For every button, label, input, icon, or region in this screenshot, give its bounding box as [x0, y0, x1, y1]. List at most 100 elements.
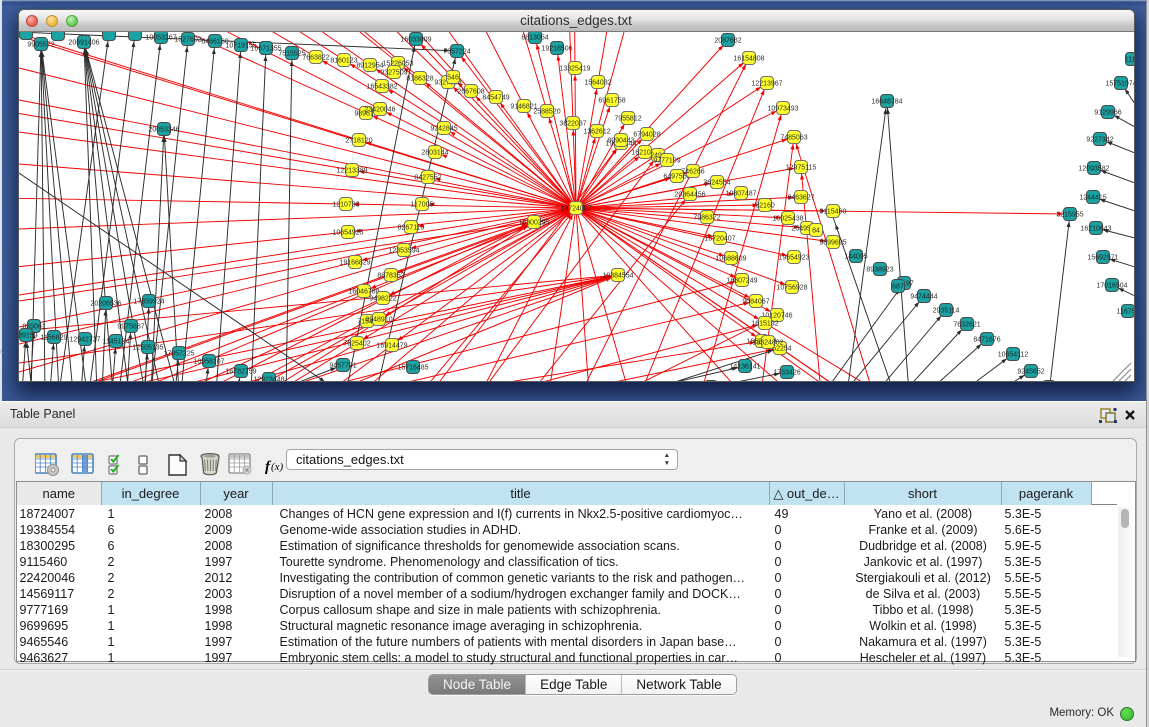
svg-text:20691406: 20691406 — [68, 40, 99, 47]
svg-text:2803144: 2803144 — [421, 150, 448, 157]
svg-text:12942737: 12942737 — [69, 337, 100, 344]
svg-text:8160123: 8160123 — [330, 58, 357, 65]
svg-text:7986372: 7986372 — [693, 215, 720, 222]
svg-text:2718120: 2718120 — [345, 138, 372, 145]
svg-text:546: 546 — [447, 75, 459, 82]
svg-text:14136141: 14136141 — [729, 364, 760, 371]
svg-text:19166829: 19166829 — [339, 260, 370, 267]
svg-text:18300295: 18300295 — [518, 220, 549, 227]
svg-text:17957225: 17957225 — [163, 351, 194, 358]
svg-text:687: 687 — [892, 284, 904, 291]
svg-text:1362612: 1362612 — [583, 129, 610, 136]
svg-text:7485063: 7485063 — [780, 135, 807, 142]
svg-text:10973493: 10973493 — [767, 106, 798, 113]
svg-text:144095: 144095 — [844, 254, 867, 261]
svg-text:15720407: 15720407 — [704, 236, 735, 243]
svg-text:9948910: 9948910 — [365, 317, 392, 324]
svg-text:(x): (x) — [271, 461, 284, 473]
svg-text:3624554: 3624554 — [703, 180, 730, 187]
svg-text:20053346: 20053346 — [148, 127, 179, 134]
svg-text:10756928: 10756928 — [776, 285, 807, 292]
svg-text:12975115: 12975115 — [785, 165, 816, 172]
svg-text:9327509: 9327509 — [380, 70, 407, 77]
svg-text:13324802: 13324802 — [752, 340, 783, 347]
svg-text:12353594: 12353594 — [388, 248, 419, 255]
svg-text:1615192: 1615192 — [751, 321, 778, 328]
svg-text:62160: 62160 — [755, 203, 775, 210]
svg-text:12923448: 12923448 — [253, 377, 284, 382]
svg-text:7632621: 7632621 — [953, 322, 980, 329]
svg-text:15751074: 15751074 — [1105, 81, 1134, 88]
svg-text:6794028: 6794028 — [633, 132, 660, 139]
svg-text:13325419: 13325419 — [559, 66, 590, 73]
svg-text:8186328: 8186328 — [406, 76, 433, 83]
svg-text:19218506: 19218506 — [541, 46, 572, 53]
svg-text:10053267: 10053267 — [145, 35, 176, 42]
svg-text:3215955: 3215955 — [1056, 212, 1083, 219]
svg-text:12093582: 12093582 — [1078, 166, 1109, 173]
svg-text:1564032: 1564032 — [584, 80, 611, 87]
svg-text:8267110: 8267110 — [397, 225, 424, 232]
svg-text:16648784: 16648784 — [871, 99, 902, 106]
svg-text:3822037: 3822037 — [559, 121, 586, 128]
svg-text:1210733: 1210733 — [332, 202, 359, 209]
svg-text:10025438: 10025438 — [772, 216, 803, 223]
svg-text:9905572: 9905572 — [27, 42, 54, 49]
svg-text:17016504: 17016504 — [1096, 283, 1127, 290]
svg-text:7625402: 7625402 — [343, 341, 370, 348]
svg-text:10688609: 10688609 — [715, 256, 746, 263]
svg-text:8427552: 8427552 — [414, 175, 441, 182]
svg-text:9227342: 9227342 — [1086, 137, 1113, 144]
svg-text:10958107: 10958107 — [193, 359, 224, 366]
svg-text:10807487: 10807487 — [725, 191, 756, 198]
svg-text:8471676: 8471676 — [973, 337, 1000, 344]
svg-text:16210643: 16210643 — [1080, 226, 1111, 233]
svg-text:23420046: 23420046 — [364, 107, 395, 114]
svg-text:16782759: 16782759 — [225, 369, 256, 376]
svg-text:12213389: 12213389 — [336, 168, 367, 175]
svg-text:2588520: 2588520 — [533, 109, 560, 116]
svg-text:2935114: 2935114 — [932, 308, 959, 315]
svg-text:8454749: 8454749 — [482, 95, 509, 102]
svg-text:2087682: 2087682 — [714, 38, 741, 45]
svg-text:9463627: 9463627 — [787, 195, 814, 202]
svg-text:6961758: 6961758 — [598, 98, 625, 105]
svg-text:7357224: 7357224 — [443, 49, 470, 56]
svg-text:7663822: 7663822 — [302, 55, 329, 62]
svg-text:12505135: 12505135 — [132, 345, 163, 352]
svg-text:84: 84 — [812, 228, 820, 235]
svg-text:746266: 746266 — [681, 169, 704, 176]
svg-text:9129966: 9129966 — [1094, 110, 1121, 117]
svg-text:1145194: 1145194 — [102, 339, 129, 346]
svg-text:7955812: 7955812 — [614, 116, 641, 123]
svg-text:18724007: 18724007 — [560, 206, 591, 213]
svg-text:9115460: 9115460 — [819, 209, 846, 216]
svg-text:10654925: 10654925 — [332, 230, 363, 237]
svg-text:9457791: 9457791 — [329, 363, 356, 370]
svg-text:20206536: 20206536 — [90, 301, 121, 308]
svg-text:16046788: 16046788 — [348, 289, 379, 296]
svg-text:1733426: 1733426 — [773, 370, 800, 377]
svg-text:15716485: 15716485 — [397, 365, 428, 372]
svg-text:9498222: 9498222 — [369, 296, 396, 303]
svg-text:16543382: 16543382 — [366, 84, 397, 91]
svg-text:1112: 1112 — [1124, 57, 1133, 64]
svg-text:17359924: 17359924 — [133, 299, 164, 306]
svg-text:8813054: 8813054 — [521, 35, 548, 42]
svg-text:2667608: 2667608 — [457, 89, 484, 96]
svg-text:19384554: 19384554 — [602, 273, 633, 280]
svg-text:117005: 117005 — [410, 202, 433, 209]
svg-text:439159: 439159 — [19, 333, 38, 340]
svg-text:9777109: 9777109 — [653, 158, 680, 165]
svg-text:8938923: 8938923 — [866, 267, 893, 274]
svg-text:9899695: 9899695 — [819, 240, 846, 247]
svg-text:20364456: 20364456 — [674, 192, 705, 199]
svg-text:10654112: 10654112 — [997, 352, 1028, 359]
svg-text:1527602: 1527602 — [174, 37, 201, 44]
svg-text:8990443: 8990443 — [607, 138, 634, 145]
svg-text:116753: 116753 — [1116, 309, 1133, 316]
svg-text:8878352: 8878352 — [377, 273, 404, 280]
svg-text:1156829: 1156829 — [40, 335, 67, 342]
svg-text:16154808: 16154808 — [733, 56, 764, 63]
svg-text:19654923: 19654923 — [778, 255, 809, 262]
